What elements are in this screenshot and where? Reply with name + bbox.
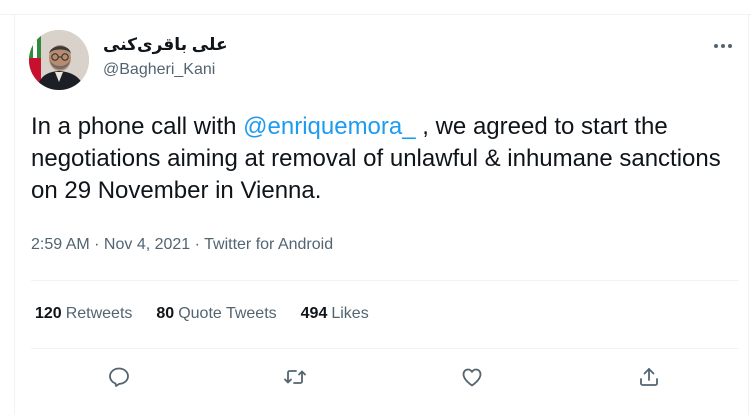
tweet-text-part: In a phone call with: [31, 113, 244, 140]
avatar[interactable]: [29, 30, 89, 90]
card-right-border: [748, 14, 749, 415]
card-left-border: [14, 14, 15, 415]
retweet-button[interactable]: [280, 362, 310, 392]
likes-count: 494: [300, 305, 328, 322]
quote-tweets-count: 80: [156, 305, 175, 322]
retweets-stat[interactable]: 120 Retweets: [35, 305, 132, 323]
tweet-card: علی باقری‌کنی @Bagheri_Kani In a phone c…: [0, 0, 751, 415]
mention-link[interactable]: @enriquemora_: [243, 113, 415, 140]
more-icon: [714, 44, 732, 48]
divider: [31, 280, 739, 281]
display-name[interactable]: علی باقری‌کنی: [103, 35, 228, 55]
meta-separator: ·: [89, 236, 104, 253]
divider: [31, 348, 739, 349]
avatar-photo: [29, 30, 89, 90]
reply-icon: [109, 367, 129, 387]
tweet-stats: 120 Retweets 80 Quote Tweets 494 Likes: [35, 305, 393, 323]
tweet-time[interactable]: 2:59 AM: [31, 236, 90, 253]
share-button[interactable]: [634, 362, 664, 392]
tweet-date[interactable]: Nov 4, 2021: [104, 236, 190, 253]
retweets-label: Retweets: [65, 305, 133, 322]
quote-tweets-stat[interactable]: 80 Quote Tweets: [156, 305, 276, 323]
share-icon: [640, 368, 658, 386]
quote-tweets-label: Quote Tweets: [178, 305, 277, 322]
card-top-border: [0, 14, 751, 15]
likes-stat[interactable]: 494 Likes: [301, 305, 369, 323]
like-button[interactable]: [457, 362, 487, 392]
likes-label: Likes: [331, 305, 369, 322]
retweet-icon: [284, 370, 306, 384]
user-handle[interactable]: @Bagheri_Kani: [103, 61, 215, 79]
tweet-metadata: 2:59 AM · Nov 4, 2021 · Twitter for Andr…: [31, 236, 333, 254]
like-icon: [462, 368, 482, 387]
tweet-text: In a phone call with @enriquemora_ , we …: [31, 111, 731, 207]
reply-button[interactable]: [104, 362, 134, 392]
tweet-source[interactable]: Twitter for Android: [204, 236, 333, 253]
more-options-button[interactable]: [708, 34, 738, 58]
retweets-count: 120: [35, 305, 62, 322]
meta-separator: ·: [190, 236, 205, 253]
